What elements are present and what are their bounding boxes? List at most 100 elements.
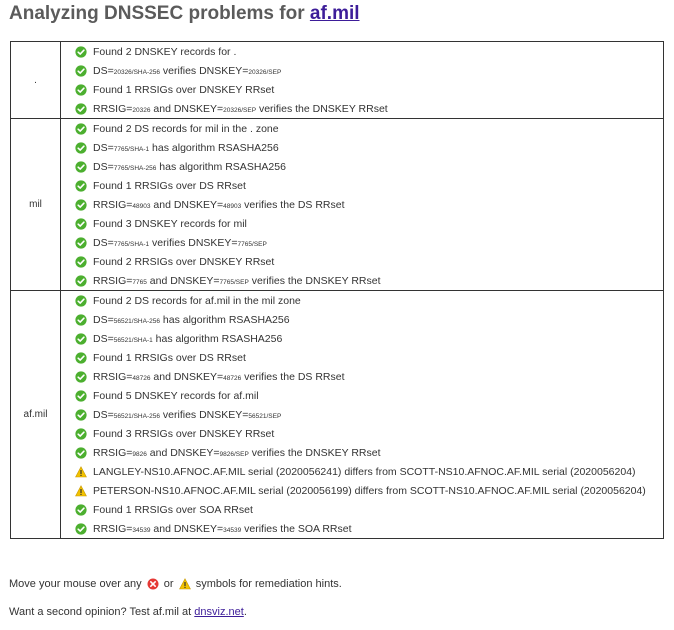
check-item: DS=7765/SHA-256 has algorithm RSASHA256: [61, 157, 663, 176]
check-text-part: DS=: [93, 313, 114, 326]
check-text-part: and DNSKEY=: [146, 446, 220, 459]
check-text: RRSIG=9826 and DNSKEY=9826/SEP verifies …: [93, 447, 381, 459]
check-item: Found 3 DNSKEY records for mil: [61, 214, 663, 233]
domain-link[interactable]: af.mil: [310, 3, 360, 24]
check-text-part: and DNSKEY=: [146, 274, 220, 287]
zone-checks: Found 2 DS records for af.mil in the mil…: [60, 290, 664, 539]
hint-text: Move your mouse over any or symbols for …: [9, 578, 342, 590]
check-text: RRSIG=20326 and DNSKEY=20326/SEP verifie…: [93, 103, 388, 115]
check-text-part: and DNSKEY=: [150, 102, 224, 115]
second-opinion-text: Want a second opinion? Test af.mil at dn…: [9, 606, 247, 618]
check-item: DS=56521/SHA-1 has algorithm RSASHA256: [61, 329, 663, 348]
check-text-part: Found 2 DS records for mil in the . zone: [93, 122, 279, 135]
check-icon: [75, 389, 87, 402]
check-item: DS=7765/SHA-1 has algorithm RSASHA256: [61, 138, 663, 157]
check-item: Found 5 DNSKEY records for af.mil: [61, 386, 663, 405]
hint-suffix: symbols for remediation hints.: [195, 578, 342, 590]
zone-name: mil: [10, 118, 61, 291]
check-text-part: Found 1 RRSIGs over DS RRset: [93, 179, 246, 192]
check-text-part: DS=: [93, 236, 114, 249]
check-key-id: 20326/SHA-256: [113, 68, 160, 76]
check-text-part: DS=: [93, 160, 114, 173]
check-text: Found 3 RRSIGs over DNSKEY RRset: [93, 428, 274, 440]
check-text-part: Found 1 RRSIGs over SOA RRset: [93, 503, 253, 516]
check-text-part: verifies the DS RRset: [241, 370, 345, 383]
zone-row: mil Found 2 DS records for mil in the . z…: [10, 118, 664, 291]
check-text-part: PETERSON-NS10.AFNOC.AF.MIL serial (20200…: [93, 484, 646, 497]
check-icon: [75, 122, 87, 135]
check-text-part: RRSIG=: [93, 446, 133, 459]
dnsviz-link[interactable]: dnsviz.net: [194, 606, 244, 618]
check-icon: [75, 351, 87, 364]
warning-icon[interactable]: [75, 484, 87, 497]
hint-prefix: Move your mouse over any: [9, 578, 142, 590]
check-icon: [75, 102, 87, 115]
check-text-part: DS=: [93, 332, 114, 345]
check-key-id: 9826: [132, 450, 147, 458]
check-text-part: verifies the SOA RRset: [241, 522, 352, 535]
check-key-id: 9826/SEP: [219, 450, 249, 458]
page-title: Analyzing DNSSEC problems for af.mil: [9, 3, 360, 25]
check-text-part: has algorithm RSASHA256: [159, 313, 290, 326]
check-text-part: and DNSKEY=: [150, 198, 224, 211]
check-icon: [75, 64, 87, 77]
check-text-part: DS=: [93, 141, 114, 154]
check-icon: [75, 522, 87, 535]
check-text-part: RRSIG=: [93, 198, 133, 211]
check-text-part: Found 1 RRSIGs over DS RRset: [93, 351, 246, 364]
check-text: RRSIG=7765 and DNSKEY=7765/SEP verifies …: [93, 275, 381, 287]
check-text: Found 1 RRSIGs over DNSKEY RRset: [93, 84, 274, 96]
check-text: DS=56521/SHA-256 has algorithm RSASHA256: [93, 314, 290, 326]
check-text-part: verifies the DS RRset: [241, 198, 345, 211]
check-item: Found 1 RRSIGs over SOA RRset: [61, 500, 663, 519]
check-key-id: 48726: [223, 374, 242, 382]
check-text-part: Found 1 RRSIGs over DNSKEY RRset: [93, 83, 275, 96]
check-item: Found 1 RRSIGs over DNSKEY RRset: [61, 80, 663, 99]
zone-checks: Found 2 DNSKEY records for . DS=20326/SHA…: [60, 41, 664, 119]
check-key-id: 7765: [132, 278, 147, 286]
check-text-part: Found 2 RRSIGs over DNSKEY RRset: [93, 255, 275, 268]
check-text-part: and DNSKEY=: [150, 522, 224, 535]
check-icon: [75, 408, 87, 421]
check-item: Found 2 DNSKEY records for .: [61, 42, 663, 61]
check-text-part: DS=: [93, 408, 114, 421]
check-icon: [75, 198, 87, 211]
check-text: Found 5 DNSKEY records for af.mil: [93, 390, 259, 402]
check-icon: [75, 294, 87, 307]
check-text: DS=7765/SHA-1 has algorithm RSASHA256: [93, 142, 279, 154]
check-text: DS=56521/SHA-256 verifies DNSKEY=56521/S…: [93, 409, 281, 421]
check-text-part: LANGLEY-NS10.AFNOC.AF.MIL serial (202005…: [93, 465, 636, 478]
check-text: PETERSON-NS10.AFNOC.AF.MIL serial (20200…: [93, 485, 646, 497]
check-key-id: 20326/SEP: [223, 106, 257, 114]
check-icon: [75, 255, 87, 268]
check-key-id: 7765/SHA-1: [113, 145, 150, 153]
check-item: RRSIG=34539 and DNSKEY=34539 verifies th…: [61, 519, 663, 538]
check-icon: [75, 332, 87, 345]
check-key-id: 56521/SHA-256: [113, 317, 160, 325]
check-text: Found 1 RRSIGs over DS RRset: [93, 352, 246, 364]
error-icon: [147, 578, 159, 590]
check-item: RRSIG=9826 and DNSKEY=9826/SEP verifies …: [61, 443, 663, 462]
check-text-part: RRSIG=: [93, 274, 133, 287]
check-icon: [75, 274, 87, 287]
check-text: Found 2 DS records for af.mil in the mil…: [93, 295, 301, 307]
check-text-part: DS=: [93, 64, 114, 77]
check-text-part: RRSIG=: [93, 102, 133, 115]
check-item-warning: LANGLEY-NS10.AFNOC.AF.MIL serial (202005…: [61, 462, 663, 481]
check-key-id: 34539: [132, 526, 151, 534]
check-item: Found 3 RRSIGs over DNSKEY RRset: [61, 424, 663, 443]
check-text: DS=56521/SHA-1 has algorithm RSASHA256: [93, 333, 282, 345]
warning-icon: [178, 578, 191, 590]
check-icon: [75, 217, 87, 230]
check-text: RRSIG=48903 and DNSKEY=48903 verifies th…: [93, 199, 345, 211]
warning-icon[interactable]: [75, 465, 87, 478]
title-prefix: Analyzing DNSSEC problems for: [9, 3, 305, 24]
check-text: DS=7765/SHA-1 verifies DNSKEY=7765/SEP: [93, 237, 267, 249]
page: Analyzing DNSSEC problems for af.mil . Fo…: [0, 0, 674, 630]
check-icon: [75, 83, 87, 96]
check-item: DS=56521/SHA-256 verifies DNSKEY=56521/S…: [61, 405, 663, 424]
check-text: Found 2 DNSKEY records for .: [93, 46, 236, 58]
check-text-part: Found 2 DNSKEY records for .: [93, 45, 237, 58]
check-text-part: and DNSKEY=: [150, 370, 224, 383]
opinion-suffix: .: [243, 606, 247, 618]
